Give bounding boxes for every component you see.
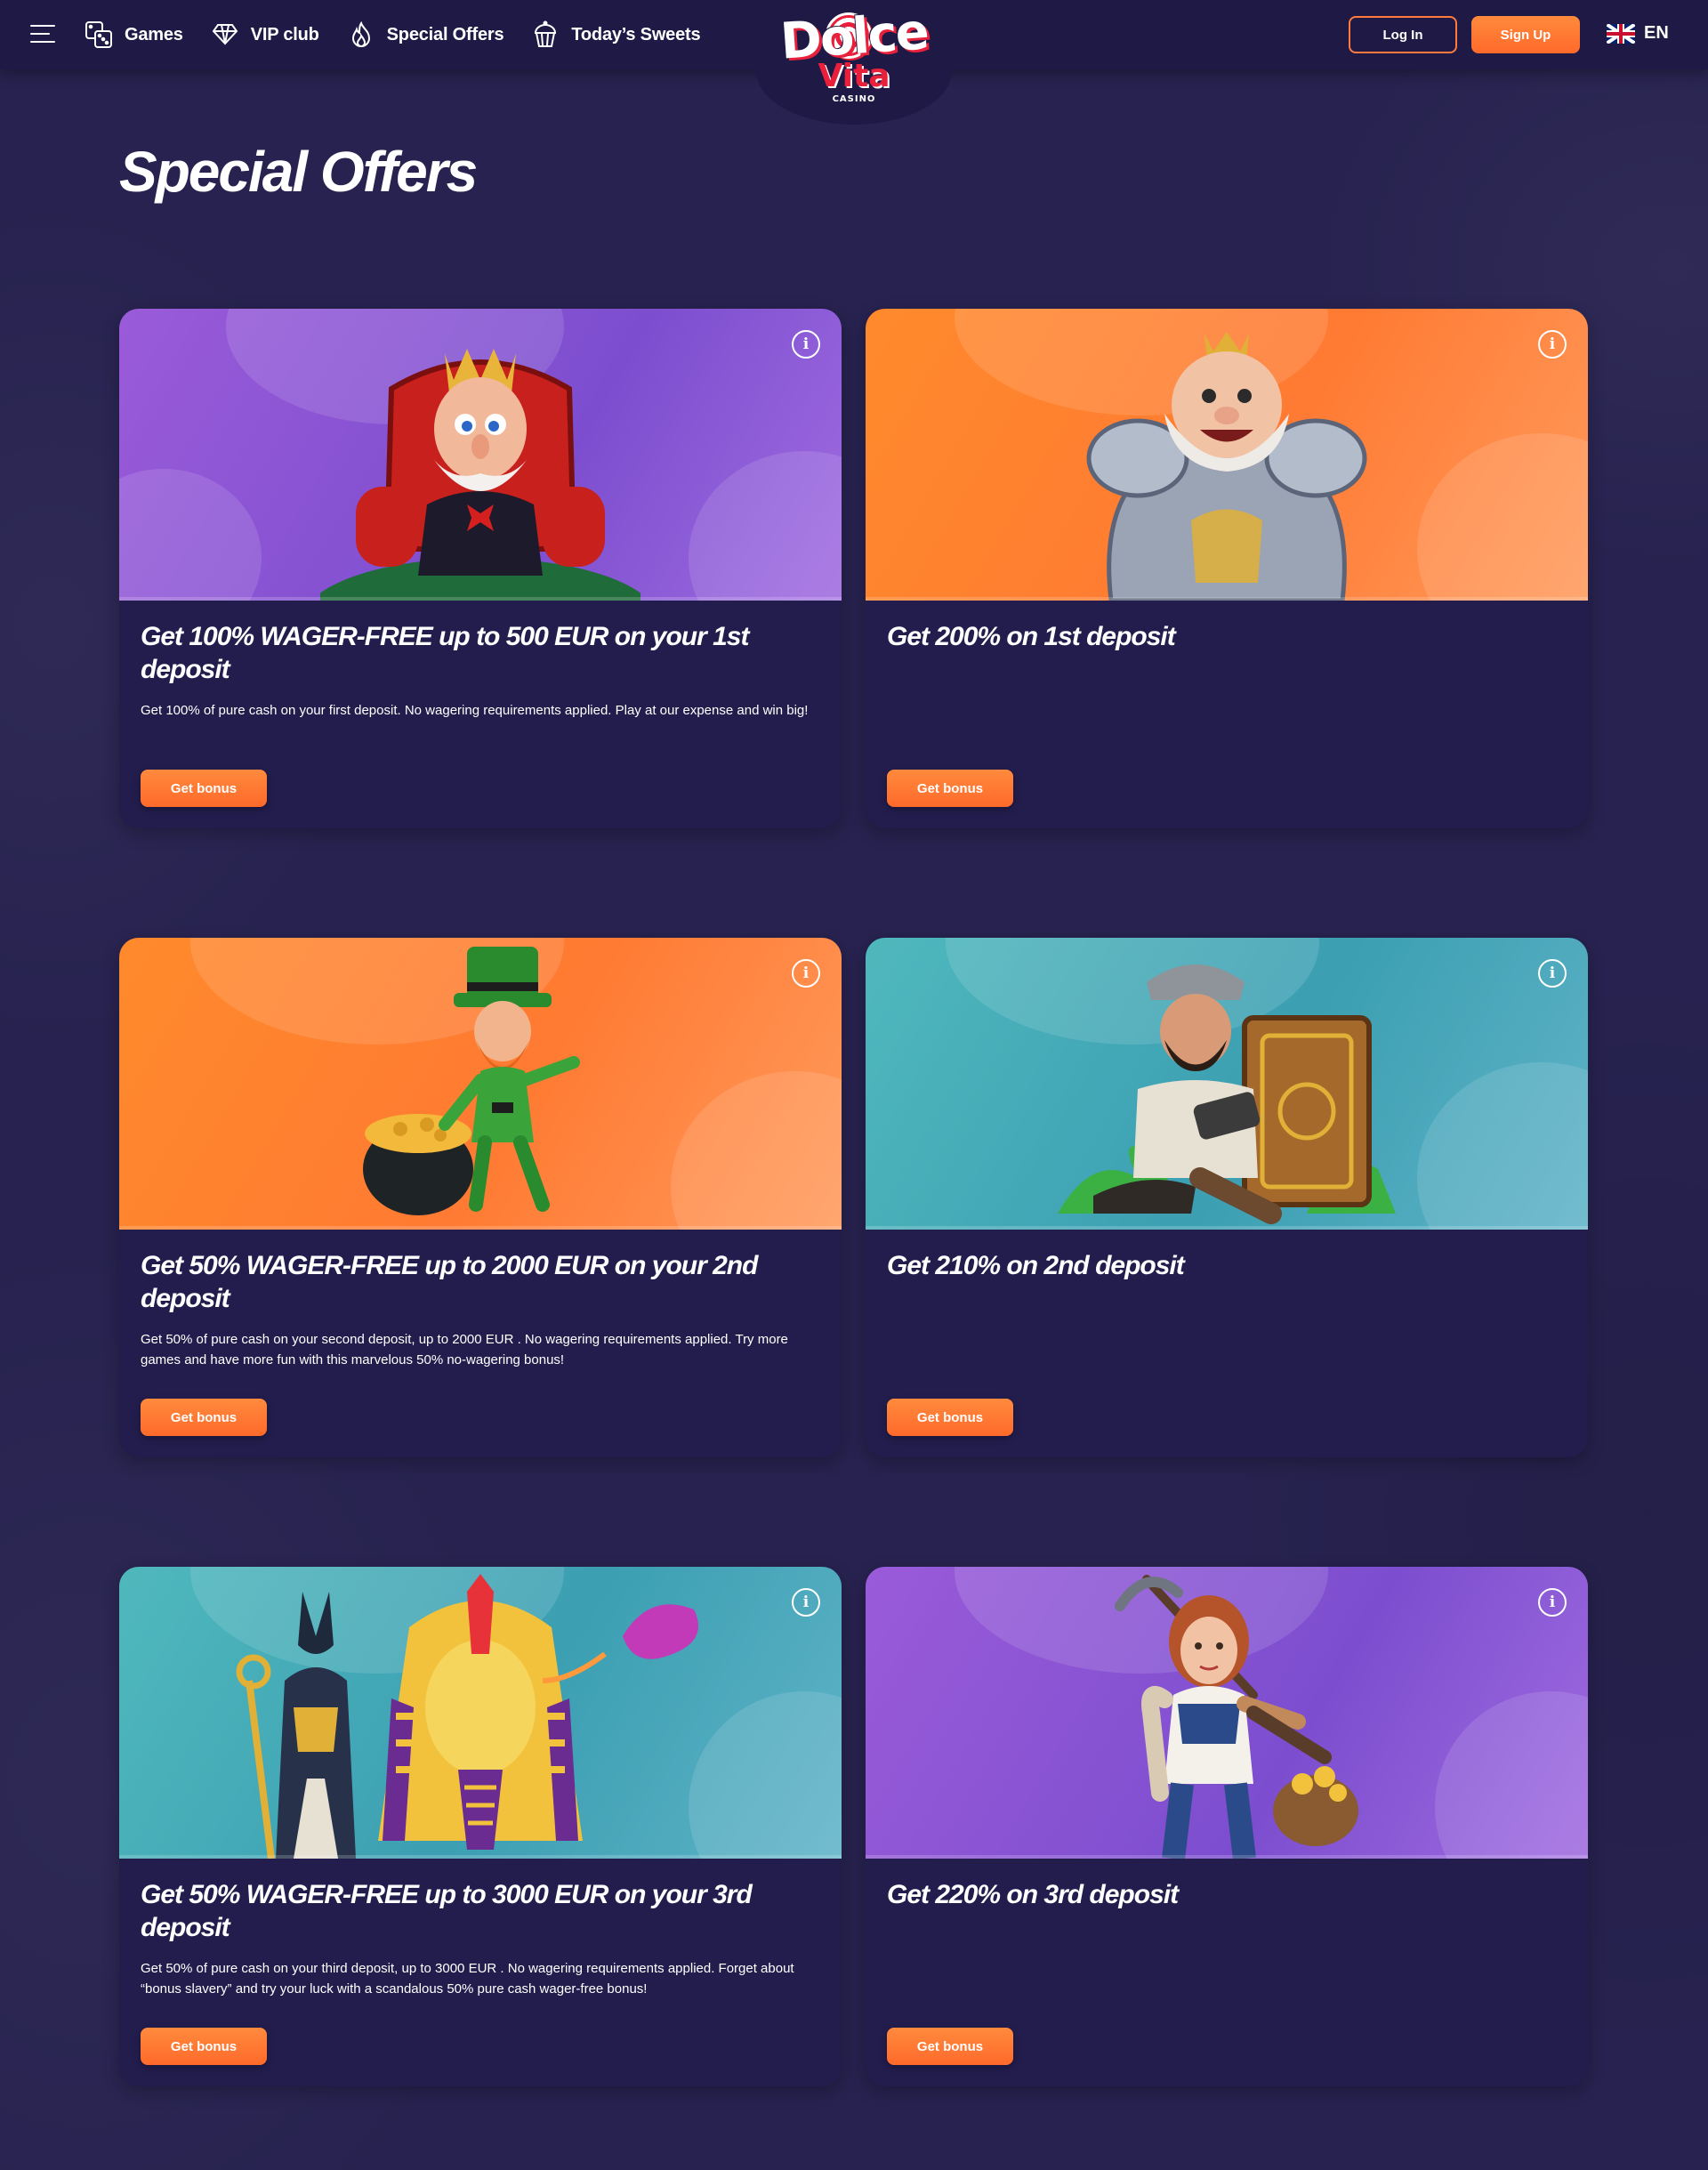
flame-icon: [346, 20, 376, 50]
get-bonus-button[interactable]: Get bonus: [887, 2028, 1013, 2065]
nav-label: Games: [125, 24, 183, 44]
signup-button[interactable]: Sign Up: [1471, 16, 1580, 53]
armored-king-illustration: [1058, 316, 1396, 601]
egyptian-pharaoh-illustration: [231, 1574, 729, 1859]
miner-girl-illustration: [1076, 1570, 1378, 1859]
explorer-with-chest-illustration: [1040, 947, 1414, 1230]
nav-item-games[interactable]: Games: [84, 20, 183, 50]
offer-banner: i: [866, 309, 1588, 601]
page-title: Special Offers: [119, 140, 478, 204]
menu-icon[interactable]: [30, 25, 55, 44]
cupcake-icon: [530, 20, 560, 50]
offer-banner: i: [119, 1567, 842, 1859]
leprechaun-illustration: [347, 947, 614, 1230]
offer-card: i Get 50% WAGER-FREE up to 3000 EUR on y…: [119, 1567, 842, 2086]
get-bonus-button[interactable]: Get bonus: [887, 770, 1013, 807]
logo-line-3: CASINO: [832, 94, 876, 104]
get-bonus-button[interactable]: Get bonus: [141, 1399, 267, 1436]
offer-title: Get 220% on 3rd deposit: [887, 1880, 1179, 1909]
main-nav: Games VIP club Special Offers Today’s Sw…: [84, 0, 701, 69]
king-on-throne-illustration: [311, 327, 649, 601]
get-bonus-button[interactable]: Get bonus: [887, 1399, 1013, 1436]
offer-card: i Get 210% on 2nd deposit Get bonus: [866, 938, 1588, 1457]
offer-title: Get 50% WAGER-FREE up to 3000 EUR on you…: [141, 1880, 753, 1942]
offer-banner: i: [866, 938, 1588, 1230]
nav-label: VIP club: [250, 24, 319, 44]
info-icon[interactable]: i: [1538, 330, 1567, 359]
offer-title: Get 100% WAGER-FREE up to 500 EUR on you…: [141, 622, 749, 684]
offer-card: i Get 100% WAGER-FREE up to 500 EUR on y…: [119, 309, 842, 828]
offer-title: Get 50% WAGER-FREE up to 2000 EUR on you…: [141, 1251, 758, 1313]
offer-card: i Get 50% WAGER-FREE up to 2000 EUR on y…: [119, 938, 842, 1457]
offer-banner: i: [119, 938, 842, 1230]
info-icon[interactable]: i: [1538, 959, 1567, 988]
login-button[interactable]: Log In: [1349, 16, 1457, 53]
offer-banner: i: [119, 309, 842, 601]
offer-card: i Get 200% on 1st deposit Get bonus: [866, 309, 1588, 828]
logo-line-1: Dolce: [778, 3, 930, 71]
diamond-icon: [210, 20, 240, 50]
offer-description: Get 50% of pure cash on your third depos…: [141, 1961, 794, 1997]
get-bonus-button[interactable]: Get bonus: [141, 2028, 267, 2065]
offer-description: Get 100% of pure cash on your first depo…: [141, 703, 809, 718]
offer-title: Get 210% on 2nd deposit: [887, 1251, 1185, 1280]
nav-label: Today’s Sweets: [571, 24, 701, 44]
offer-banner: i: [866, 1567, 1588, 1859]
nav-item-todays-sweets[interactable]: Today’s Sweets: [530, 20, 701, 50]
top-header: Games VIP club Special Offers Today’s Sw…: [0, 0, 1708, 125]
nav-item-vip-club[interactable]: VIP club: [210, 20, 319, 50]
nav-item-special-offers[interactable]: Special Offers: [346, 20, 504, 50]
info-icon[interactable]: i: [792, 959, 820, 988]
offer-description: Get 50% of pure cash on your second depo…: [141, 1332, 788, 1367]
get-bonus-button[interactable]: Get bonus: [141, 770, 267, 807]
language-label: EN: [1644, 23, 1669, 43]
info-icon[interactable]: i: [792, 330, 820, 359]
info-icon[interactable]: i: [792, 1588, 820, 1617]
language-selector[interactable]: EN: [1607, 23, 1669, 44]
dice-icon: [84, 20, 114, 50]
info-icon[interactable]: i: [1538, 1588, 1567, 1617]
offer-card: i Get 220% on 3rd deposit Get bonus: [866, 1567, 1588, 2086]
dolce-vita-logo[interactable]: Dolce Vita CASINO: [756, 0, 952, 125]
offer-title: Get 200% on 1st deposit: [887, 622, 1176, 651]
nav-label: Special Offers: [386, 24, 504, 44]
uk-flag-icon: [1607, 23, 1635, 44]
